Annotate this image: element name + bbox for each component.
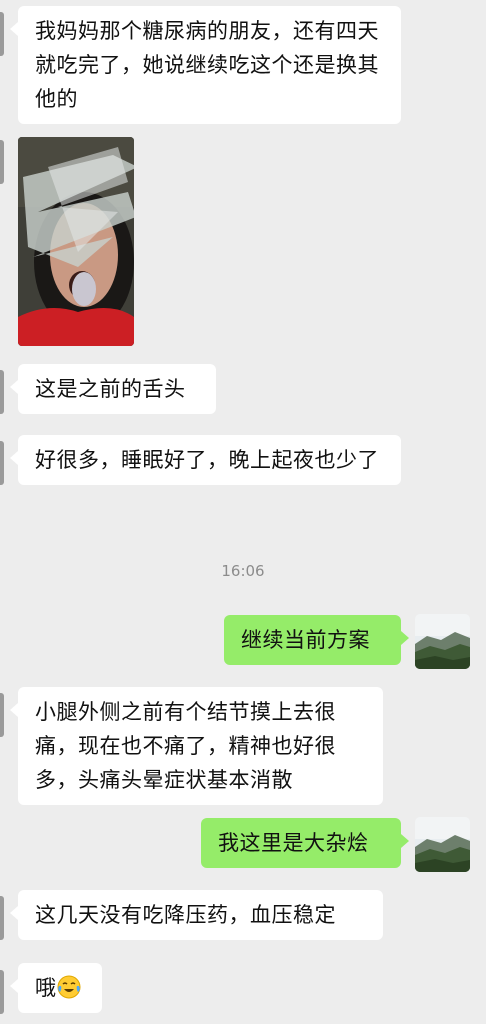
sender-avatar[interactable] (0, 140, 4, 184)
message-text: 我妈妈那个糖尿病的朋友，还有四天就吃完了，她说继续吃这个还是换其他的 (35, 19, 379, 111)
message-text: 小腿外侧之前有个结节摸上去很痛，现在也不痛了，精神也好很多，头痛头晕症状基本消散 (35, 700, 336, 792)
self-avatar[interactable] (415, 817, 470, 872)
sender-avatar[interactable] (0, 970, 4, 1014)
self-avatar[interactable] (415, 614, 470, 669)
sender-avatar[interactable] (0, 370, 4, 414)
message-bubble[interactable]: 这是之前的舌头 (10, 364, 216, 414)
message-bubble[interactable]: 我妈妈那个糖尿病的朋友，还有四天就吃完了，她说继续吃这个还是换其他的 (10, 6, 401, 124)
sender-avatar[interactable] (0, 896, 4, 940)
message-text: 哦 (35, 976, 57, 1000)
message-text: 继续当前方案 (241, 628, 370, 652)
message-bubble[interactable]: 这几天没有吃降压药，血压稳定 (10, 890, 383, 940)
message-bubble[interactable]: 哦 (10, 963, 102, 1013)
message-bubble[interactable]: 我这里是大杂烩 (201, 818, 409, 868)
avatar-icon (415, 614, 470, 669)
message-text: 这是之前的舌头 (35, 377, 186, 401)
avatar-icon (415, 817, 470, 872)
sender-avatar[interactable] (0, 441, 4, 485)
photo-icon (18, 137, 134, 346)
message-bubble[interactable]: 继续当前方案 (224, 615, 409, 665)
crying-laughing-emoji-icon (57, 975, 81, 999)
message-bubble[interactable]: 好很多，睡眠好了，晚上起夜也少了 (10, 435, 401, 485)
sender-avatar[interactable] (0, 12, 4, 56)
message-text: 我这里是大杂烩 (218, 831, 369, 855)
message-text: 好很多，睡眠好了，晚上起夜也少了 (35, 448, 379, 472)
sender-avatar[interactable] (0, 693, 4, 737)
message-text: 这几天没有吃降压药，血压稳定 (35, 903, 336, 927)
image-message[interactable] (18, 137, 134, 346)
message-bubble[interactable]: 小腿外侧之前有个结节摸上去很痛，现在也不痛了，精神也好很多，头痛头晕症状基本消散 (10, 687, 383, 805)
timestamp: 16:06 (221, 562, 265, 580)
